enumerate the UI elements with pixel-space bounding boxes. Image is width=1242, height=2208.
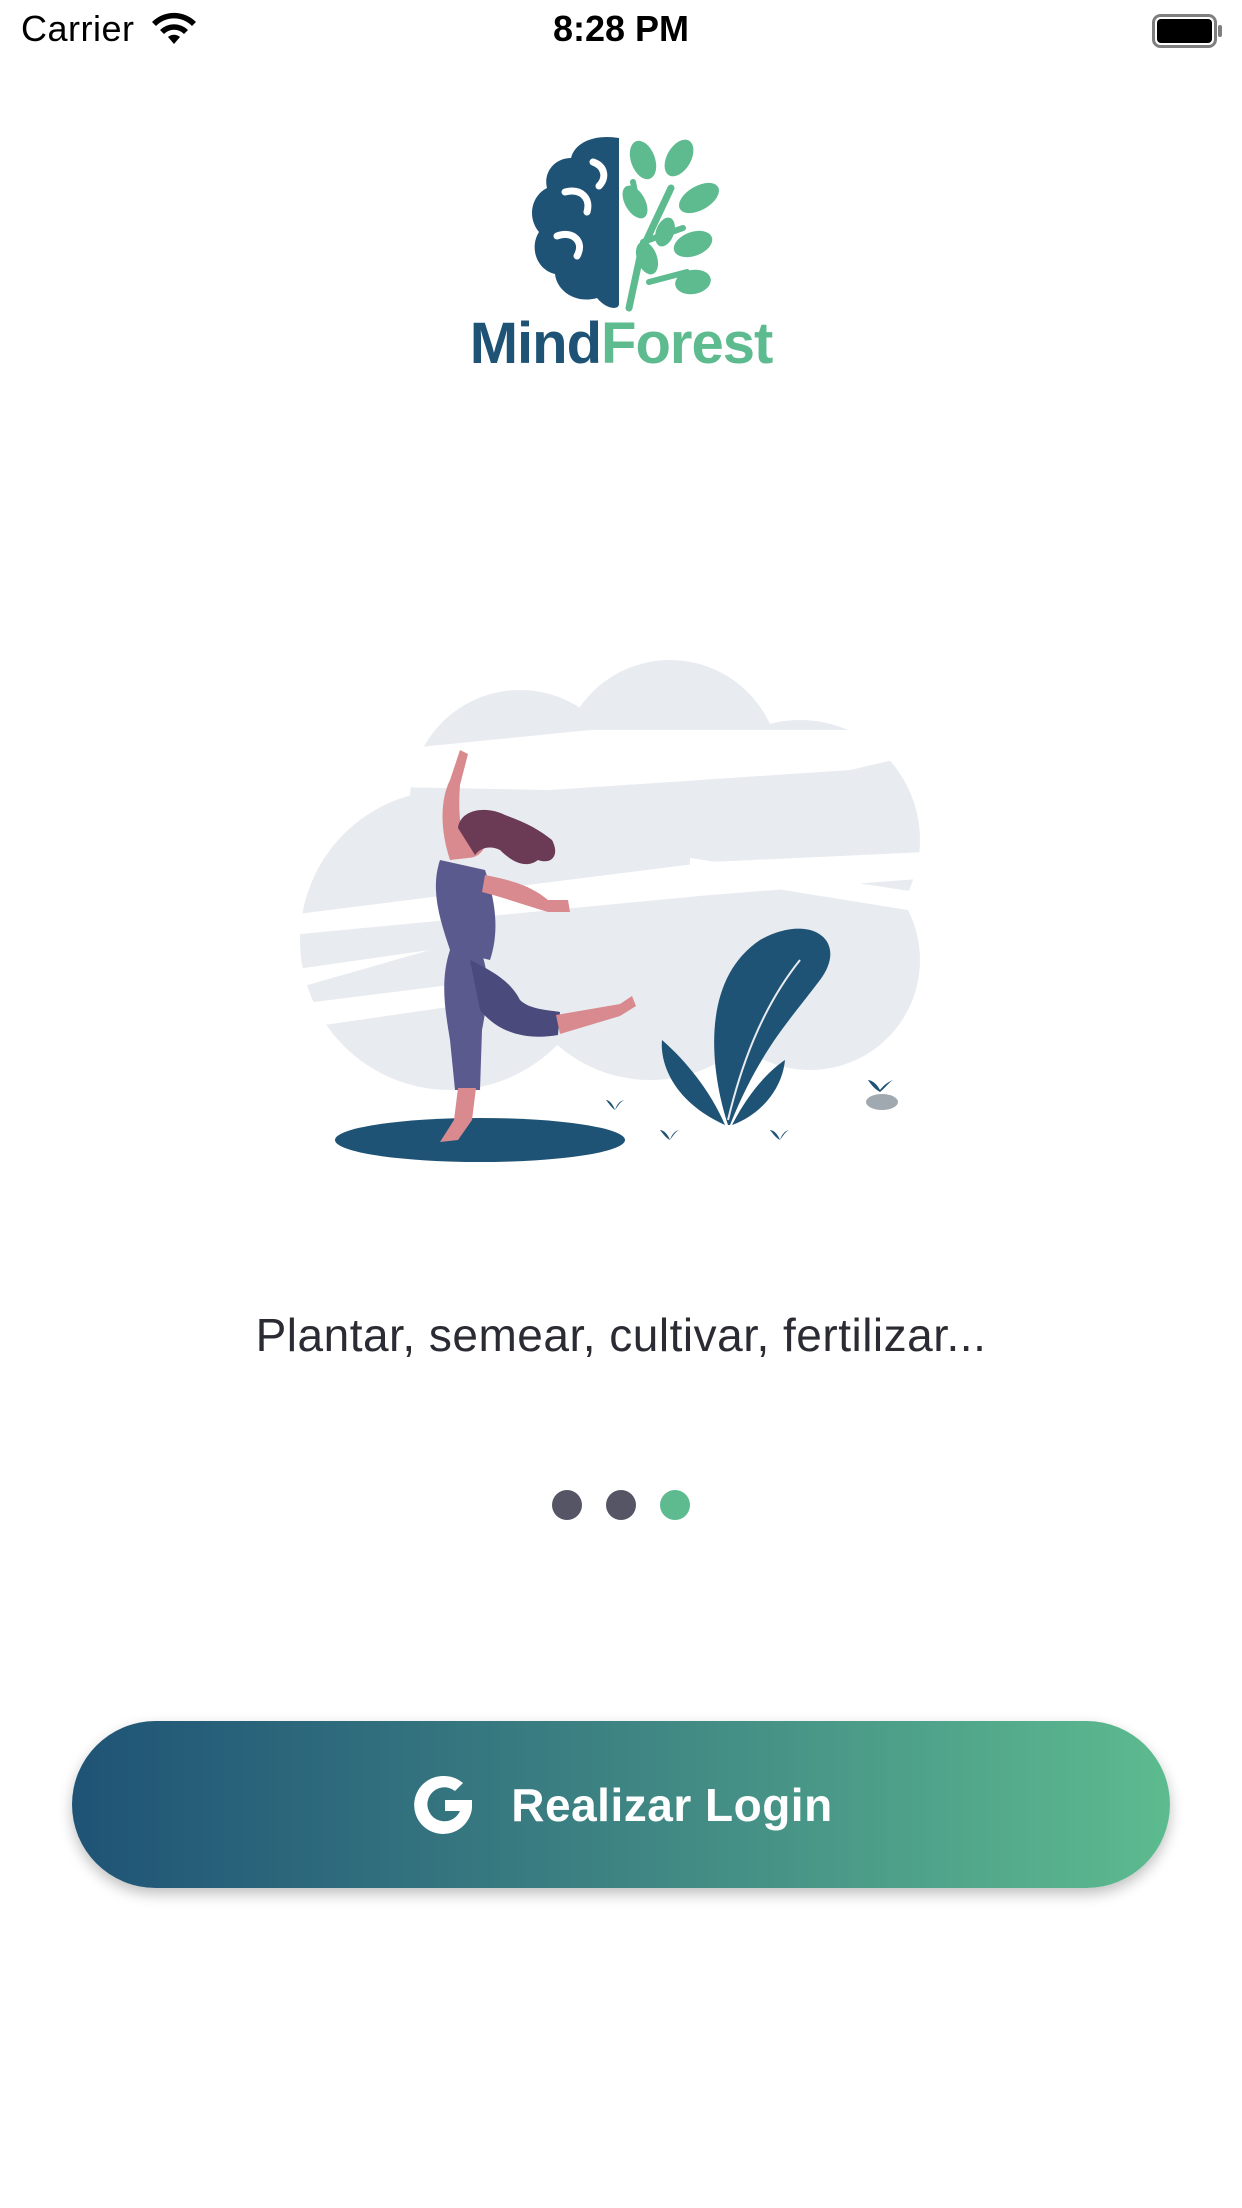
brand-word-forest: Forest — [601, 311, 773, 376]
clock: 8:28 PM — [552, 8, 690, 49]
status-bar: Carrier 8:28 PM — [0, 0, 1242, 60]
brand-wordmark: MindForest — [0, 310, 1242, 377]
login-button-label: Realizar Login — [511, 1778, 833, 1831]
page-dot-1[interactable] — [552, 1490, 582, 1520]
mindforest-logo-icon — [532, 136, 719, 312]
page-indicator[interactable] — [0, 1490, 1242, 1520]
battery-icon — [1152, 14, 1222, 48]
dancing-woman-illustration — [290, 660, 970, 1162]
brand-word-mind: Mind — [469, 311, 602, 376]
google-icon — [414, 1775, 473, 1834]
google-login-button[interactable]: Realizar Login — [72, 1721, 1170, 1888]
onboarding-caption: Plantar, semear, cultivar, fertilizar... — [255, 1309, 987, 1361]
page-dot-3-active[interactable] — [660, 1490, 690, 1520]
page-dot-2[interactable] — [606, 1490, 636, 1520]
